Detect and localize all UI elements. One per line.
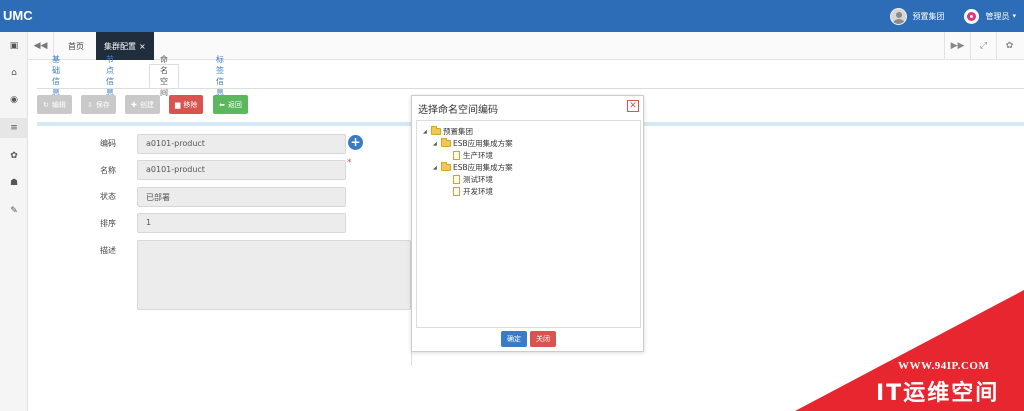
watermark-logo-text: IT运维空间: [876, 381, 1000, 406]
watermark-url: WWW.94IP.COM: [898, 360, 990, 372]
watermark-banner: [795, 290, 1024, 411]
